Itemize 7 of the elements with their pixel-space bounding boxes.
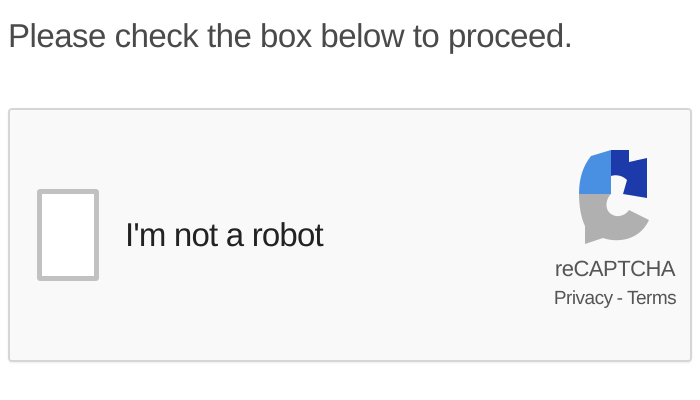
brand-text: reCAPTCHA — [554, 254, 676, 283]
footer-link[interactable]: Terms — [626, 284, 676, 314]
separator-text: - — [616, 286, 623, 311]
footer-link[interactable]: Privacy — [554, 284, 613, 314]
instruction-text: Please check the box below to proceed. — [8, 16, 574, 56]
checkbox-label[interactable]: I'm not a robot — [125, 210, 323, 260]
checkbox[interactable] — [37, 188, 99, 281]
